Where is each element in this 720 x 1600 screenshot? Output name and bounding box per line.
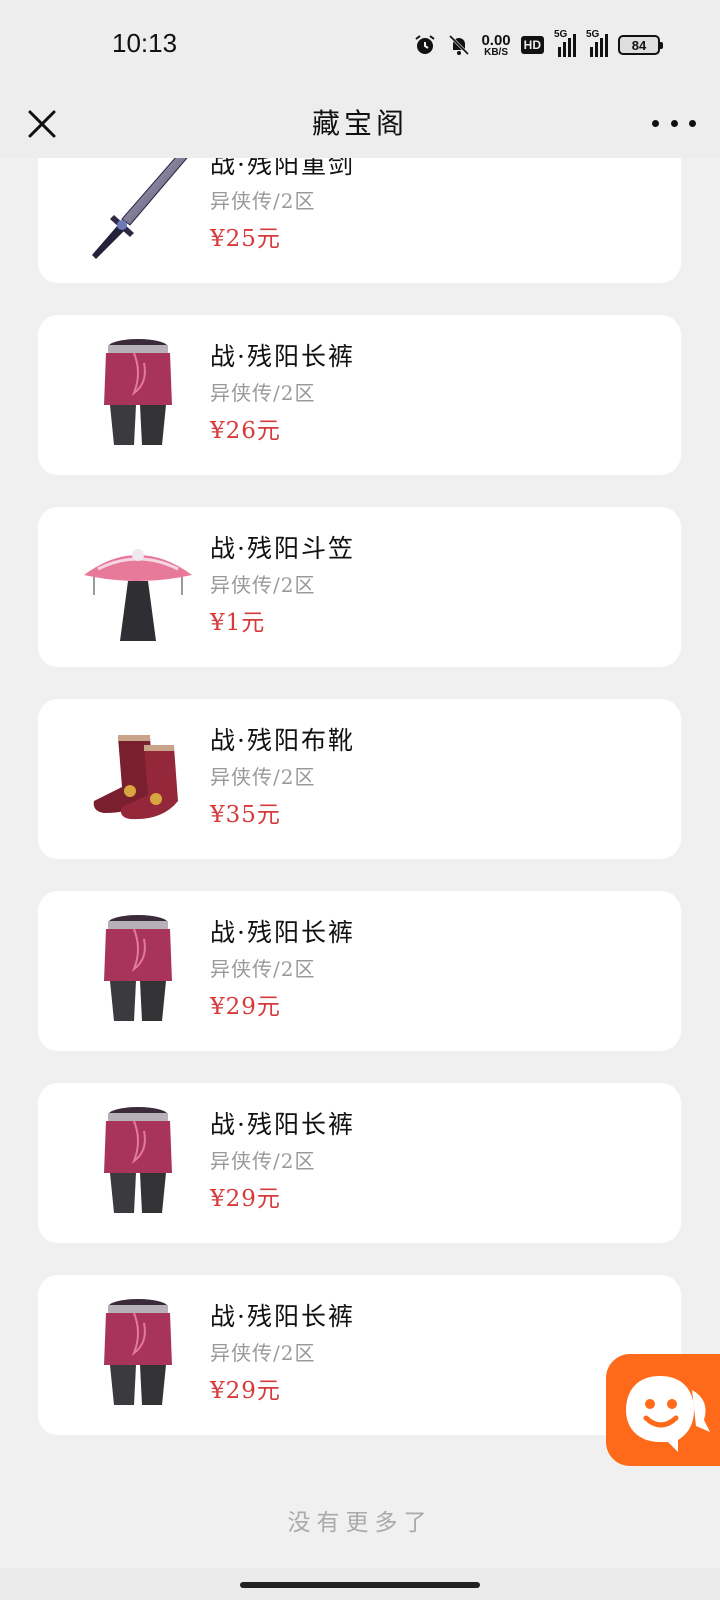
item-price: ¥26元 <box>210 418 281 444</box>
list-item[interactable]: 战·残阳长裤 异侠传/2区 ¥29元 <box>38 891 681 1051</box>
item-price: ¥35元 <box>210 802 281 828</box>
pants-icon <box>104 1107 172 1213</box>
customer-service-button[interactable] <box>606 1354 720 1466</box>
item-price: ¥1元 <box>210 610 266 636</box>
item-thumbnail <box>78 333 198 457</box>
boots-icon <box>93 735 178 820</box>
item-thumbnail <box>78 1101 198 1225</box>
item-server: 异侠传/2区 <box>210 1341 316 1365</box>
item-thumbnail <box>78 1293 198 1417</box>
item-server: 异侠传/2区 <box>210 957 316 981</box>
page-title: 藏宝阁 <box>311 107 408 140</box>
no-more-label: 没有更多了 <box>287 1510 433 1536</box>
list-item[interactable]: 战·残阳长裤 异侠传/2区 ¥26元 <box>38 315 681 475</box>
item-server: 异侠传/2区 <box>210 189 316 213</box>
more-button[interactable] <box>652 108 696 138</box>
signal-icon: 5G <box>554 29 576 57</box>
list-item[interactable]: 战·残阳斗笠 异侠传/2区 ¥1元 <box>38 507 681 667</box>
network-speed: 0.00 KB/S <box>481 33 510 58</box>
item-name: 战·残阳长裤 <box>210 918 355 947</box>
hd-badge: HD <box>520 36 544 54</box>
item-price: ¥29元 <box>210 994 281 1020</box>
list-item[interactable]: 战·残阳长裤 异侠传/2区 ¥29元 <box>38 1275 681 1435</box>
status-time: 10:13 <box>112 28 178 58</box>
item-name: 战·残阳重剑 <box>210 158 355 179</box>
more-dot <box>670 119 678 127</box>
item-server: 异侠传/2区 <box>210 573 316 597</box>
sword-icon <box>92 158 188 259</box>
list-item[interactable]: 战·残阳布靴 异侠传/2区 ¥35元 <box>38 699 681 859</box>
alarm-icon <box>415 35 436 54</box>
more-dot <box>689 119 696 127</box>
item-thumbnail <box>78 909 198 1033</box>
item-price: ¥29元 <box>210 1186 281 1212</box>
nav-bar: 藏宝阁 <box>0 90 720 158</box>
signal-icon-2: 5G <box>586 29 608 57</box>
item-list: 战·残阳重剑 异侠传/2区 ¥25元 战·残阳长裤 异侠传/2区 ¥26元 战·… <box>38 158 681 1467</box>
battery-icon: 84 <box>618 35 663 55</box>
pants-icon <box>104 915 172 1021</box>
item-name: 战·残阳长裤 <box>210 1302 355 1331</box>
chat-bubble-icon <box>626 1376 710 1452</box>
status-bar: 10:13 0.00 KB/S HD 5G 5G 84 <box>0 0 720 90</box>
list-item[interactable]: 战·残阳重剑 异侠传/2区 ¥25元 <box>38 158 681 283</box>
home-indicator-pill[interactable] <box>240 1582 480 1588</box>
pants-icon <box>104 1299 172 1405</box>
item-thumbnail <box>78 525 198 649</box>
item-name: 战·残阳布靴 <box>210 726 355 755</box>
item-name: 战·残阳斗笠 <box>210 534 355 563</box>
mute-bell-icon <box>449 34 470 56</box>
list-item[interactable]: 战·残阳长裤 异侠传/2区 ¥29元 <box>38 1083 681 1243</box>
signal-label: 5G <box>554 29 568 40</box>
item-server: 异侠传/2区 <box>210 381 316 405</box>
item-server: 异侠传/2区 <box>210 765 316 789</box>
item-thumbnail <box>78 158 198 265</box>
item-name: 战·残阳长裤 <box>210 1110 355 1139</box>
item-thumbnail <box>78 717 198 841</box>
hat-icon <box>84 549 192 641</box>
network-speed-value: 0.00 <box>481 31 511 49</box>
home-indicator <box>0 1568 720 1600</box>
pants-icon <box>104 339 172 445</box>
item-name: 战·残阳长裤 <box>210 342 355 371</box>
network-speed-unit: KB/S <box>484 46 508 58</box>
more-dot <box>652 119 659 127</box>
item-price: ¥29元 <box>210 1378 281 1404</box>
item-server: 异侠传/2区 <box>210 1149 316 1173</box>
signal-label-2: 5G <box>586 29 600 40</box>
status-icons: 0.00 KB/S HD 5G 5G 84 <box>413 29 663 60</box>
item-price: ¥25元 <box>210 226 281 252</box>
